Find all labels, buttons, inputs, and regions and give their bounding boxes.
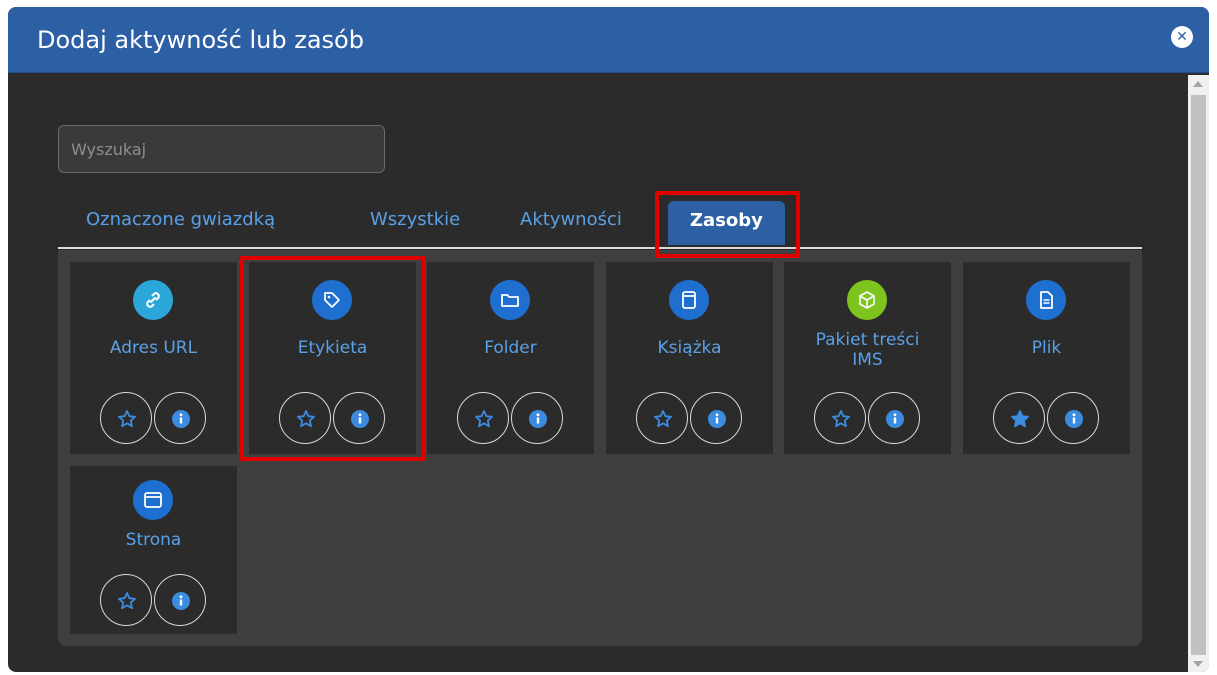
item-book[interactable]: Książka <box>606 262 773 454</box>
add-activity-modal: Dodaj aktywność lub zasób ✕ Oznaczone gw… <box>8 7 1209 672</box>
item-name: Etykieta <box>297 338 368 358</box>
item-ims-package[interactable]: Pakiet treści IMS <box>784 262 951 454</box>
tab-resources[interactable]: Zasoby <box>668 201 785 245</box>
page-icon <box>133 480 173 520</box>
link-icon <box>133 280 173 320</box>
tab-starred[interactable]: Oznaczone gwiazdką <box>86 207 275 233</box>
info-icon[interactable] <box>154 392 206 444</box>
vertical-scrollbar[interactable] <box>1188 75 1209 672</box>
info-icon[interactable] <box>1047 392 1099 444</box>
star-icon[interactable] <box>636 392 688 444</box>
star-icon[interactable] <box>457 392 509 444</box>
modal-header: Dodaj aktywność lub zasób ✕ <box>8 7 1209 73</box>
tab-all[interactable]: Wszystkie <box>370 207 460 233</box>
star-filled-icon[interactable] <box>993 392 1045 444</box>
book-icon <box>669 280 709 320</box>
item-name: Pakiet treści IMS <box>815 330 920 370</box>
item-name: Książka <box>657 338 722 358</box>
item-name: Plik <box>1031 338 1062 358</box>
item-url[interactable]: Adres URL <box>70 262 237 454</box>
tab-activities[interactable]: Aktywności <box>520 207 622 233</box>
item-label[interactable]: Etykieta <box>249 262 416 454</box>
close-circle-icon[interactable]: ✕ <box>1171 26 1193 48</box>
star-icon[interactable] <box>814 392 866 444</box>
info-icon[interactable] <box>333 392 385 444</box>
scroll-thumb[interactable] <box>1191 95 1206 655</box>
info-icon[interactable] <box>868 392 920 444</box>
scroll-up-icon[interactable] <box>1193 81 1203 87</box>
info-icon[interactable] <box>511 392 563 444</box>
item-name: Strona <box>125 530 182 550</box>
scroll-down-icon[interactable] <box>1193 661 1203 667</box>
item-name: Adres URL <box>109 338 198 358</box>
search-input[interactable] <box>58 125 385 173</box>
item-name: Folder <box>484 338 537 358</box>
tag-icon <box>312 280 352 320</box>
info-icon[interactable] <box>690 392 742 444</box>
star-icon[interactable] <box>100 392 152 444</box>
star-icon[interactable] <box>279 392 331 444</box>
tab-bar: Oznaczone gwiazdką Wszystkie Aktywności … <box>58 199 1142 249</box>
item-folder[interactable]: Folder <box>427 262 594 454</box>
info-icon[interactable] <box>154 574 206 626</box>
package-icon <box>847 280 887 320</box>
folder-icon <box>490 280 530 320</box>
star-icon[interactable] <box>100 574 152 626</box>
resource-grid: Adres URL Etykieta Folder Książka Pakiet… <box>58 250 1142 646</box>
item-file[interactable]: Plik <box>963 262 1130 454</box>
item-page[interactable]: Strona <box>70 466 237 634</box>
modal-title: Dodaj aktywność lub zasób <box>37 26 364 54</box>
file-icon <box>1026 280 1066 320</box>
